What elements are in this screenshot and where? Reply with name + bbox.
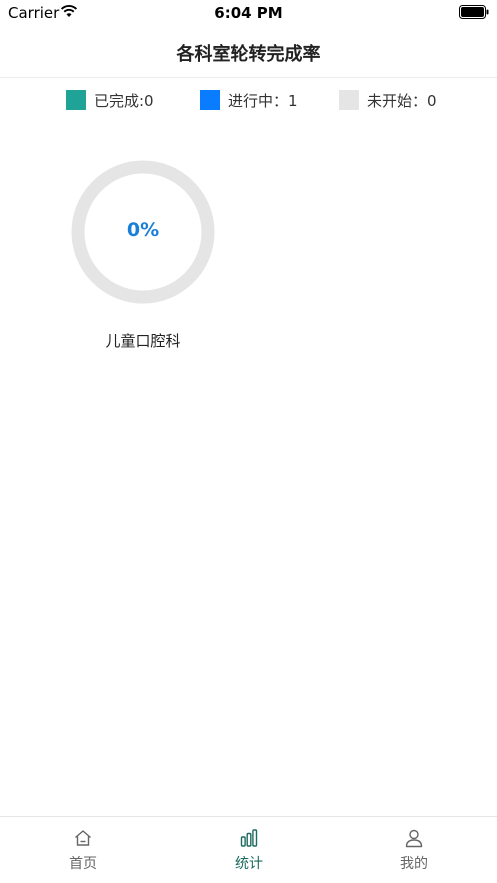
tab-mine-label: 我的	[400, 856, 428, 872]
stats-icon	[240, 829, 258, 847]
tab-stats[interactable]: 统计	[166, 817, 332, 883]
legend-completed-label: 已完成:0	[94, 91, 154, 110]
tab-stats-label: 统计	[235, 856, 263, 872]
legend-not-started-label: 未开始：0	[367, 91, 437, 110]
legend-completed: 已完成:0	[66, 89, 154, 111]
legend-completed-swatch	[66, 90, 86, 110]
user-icon	[405, 829, 423, 848]
nav-bar: 各科室轮转完成率	[0, 26, 497, 78]
tab-mine[interactable]: 我的	[331, 817, 497, 883]
department-name: 儿童口腔科	[105, 332, 181, 350]
department-card[interactable]: 0% 儿童口腔科	[68, 157, 218, 357]
status-bar: Carrier 6:04 PM	[0, 0, 497, 26]
legend: 已完成:0 进行中：1 未开始：0	[0, 89, 497, 111]
legend-in-progress: 进行中：1	[200, 89, 298, 111]
tab-home-label: 首页	[69, 856, 97, 872]
completion-percent: 0%	[126, 219, 160, 241]
status-time: 6:04 PM	[214, 4, 283, 22]
tab-bar: 首页 统计 我的	[0, 816, 497, 883]
page-title: 各科室轮转完成率	[176, 44, 321, 65]
battery-icon	[459, 5, 489, 19]
legend-in-progress-label: 进行中：1	[228, 91, 298, 110]
legend-not-started-swatch	[339, 90, 359, 110]
tab-home[interactable]: 首页	[0, 817, 166, 883]
home-icon	[75, 830, 91, 846]
legend-in-progress-swatch	[200, 90, 220, 110]
legend-not-started: 未开始：0	[339, 89, 437, 111]
